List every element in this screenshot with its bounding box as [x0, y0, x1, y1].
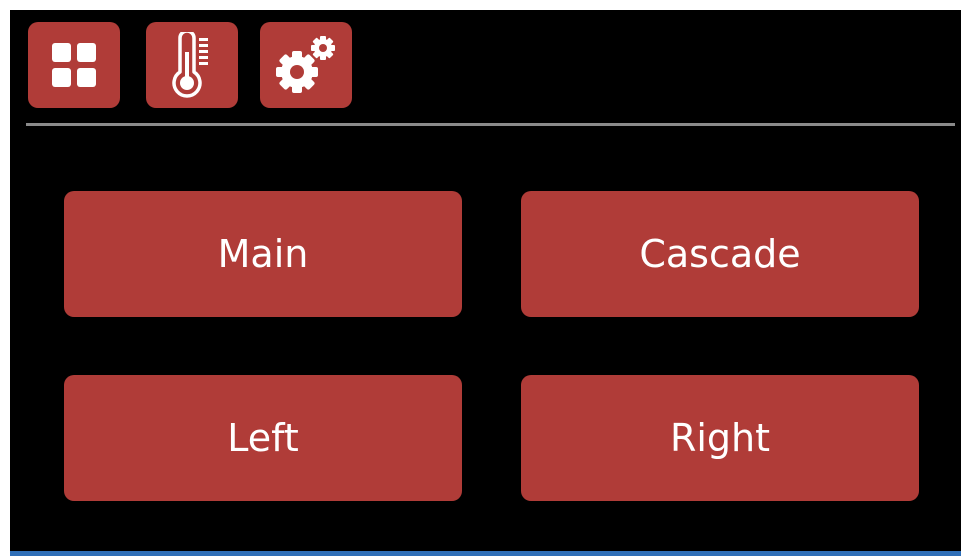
- thermometer-icon: [172, 32, 208, 98]
- window-bottom-edge: [10, 551, 961, 556]
- left-button[interactable]: Left: [64, 375, 462, 501]
- right-button[interactable]: Right: [521, 375, 919, 501]
- temperature-button[interactable]: [146, 22, 238, 108]
- gear-icon: [276, 36, 335, 93]
- divider: [26, 123, 955, 126]
- cascade-button[interactable]: Cascade: [521, 191, 919, 317]
- main-button[interactable]: Main: [64, 191, 462, 317]
- screen: Main Cascade Left Right: [10, 10, 961, 551]
- settings-button[interactable]: [260, 22, 352, 108]
- dashboard-grid-icon: [52, 43, 96, 87]
- dashboard-button[interactable]: [28, 22, 120, 108]
